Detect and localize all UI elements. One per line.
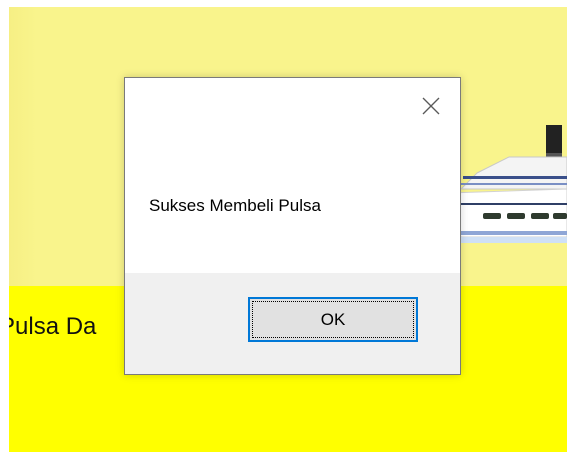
ship-lifeboat-1 [483,213,501,219]
ok-button-label: OK [320,309,346,329]
ship-lifeboat-3 [531,213,549,219]
ship-lifeboat-2 [507,213,525,219]
app-window: Pulsa Da Sukses Membeli Pulsa OK [9,7,567,452]
ship-funnel [546,125,562,157]
message-dialog: Sukses Membeli Pulsa OK [124,77,461,375]
ship-waterline [459,231,567,235]
ship-wake [455,237,567,243]
ship-deck-line [455,203,567,205]
dialog-footer: OK [125,273,460,374]
ok-button[interactable]: OK [248,297,418,342]
ship-window-row-1 [463,176,567,179]
background-label: Pulsa Da [9,313,97,340]
dialog-message: Sukses Membeli Pulsa [149,196,321,215]
close-icon[interactable] [420,95,442,117]
ship-illustration [449,125,567,243]
ship-lifeboat-4 [553,213,567,219]
ship-hull [449,188,567,238]
ship-window-row-2 [459,183,567,185]
header-edge [9,7,37,286]
